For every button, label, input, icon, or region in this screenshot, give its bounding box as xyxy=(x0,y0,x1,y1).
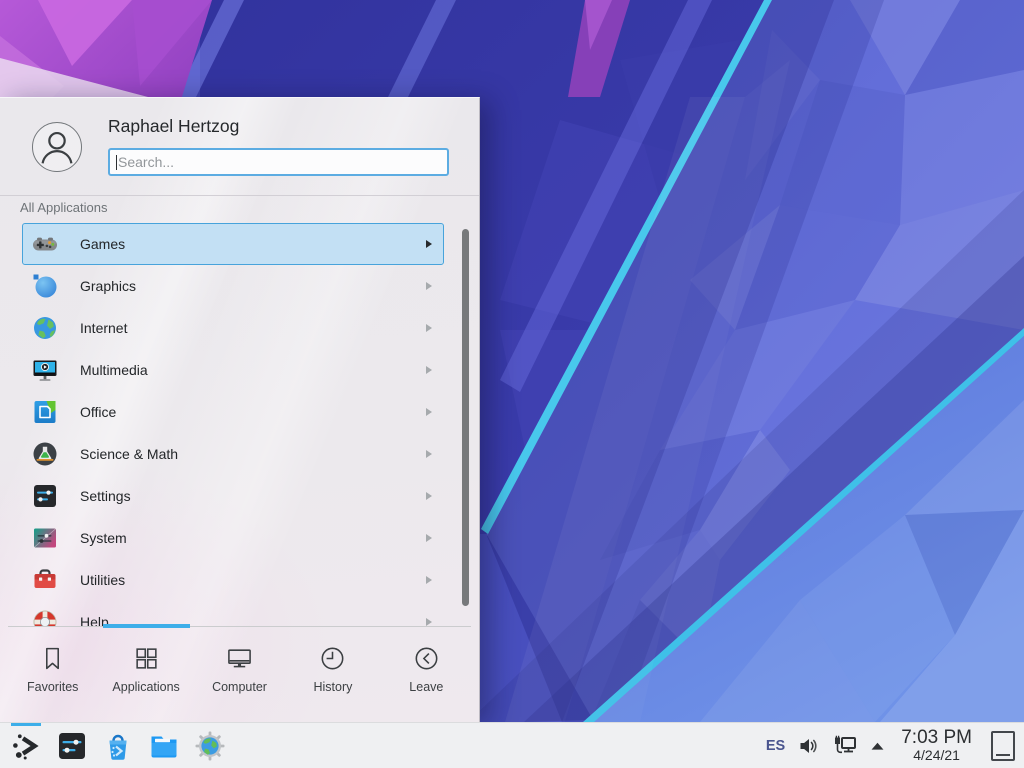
category-item-graphics[interactable]: Graphics xyxy=(22,265,444,307)
kde-launcher-icon xyxy=(10,730,42,762)
category-label: Science & Math xyxy=(80,446,178,462)
science-icon xyxy=(31,440,59,468)
submenu-arrow-icon xyxy=(426,408,432,416)
network-icon[interactable] xyxy=(833,735,857,757)
expand-tray-icon[interactable] xyxy=(870,740,885,751)
taskbar-system-settings-button[interactable] xyxy=(56,730,88,762)
office-icon xyxy=(31,398,59,426)
category-label: Graphics xyxy=(80,278,136,294)
category-label: Internet xyxy=(80,320,127,336)
submenu-arrow-icon xyxy=(426,366,432,374)
section-label: All Applications xyxy=(20,200,107,215)
submenu-arrow-icon xyxy=(426,492,432,500)
utilities-icon xyxy=(31,566,59,594)
search-box[interactable] xyxy=(108,148,449,176)
category-item-system[interactable]: System xyxy=(22,517,444,559)
category-item-science-math[interactable]: Science & Math xyxy=(22,433,444,475)
submenu-arrow-icon xyxy=(426,450,432,458)
tabbar-divider xyxy=(8,626,471,627)
taskbar-launchers xyxy=(0,730,226,762)
category-item-utilities[interactable]: Utilities xyxy=(22,559,444,601)
category-label: Settings xyxy=(80,488,131,504)
tab-label: Leave xyxy=(409,680,443,694)
graphics-icon xyxy=(31,272,59,300)
tab-computer[interactable]: Computer xyxy=(193,632,286,720)
applications-icon xyxy=(133,645,160,672)
taskbar-application-launcher-button[interactable] xyxy=(10,730,42,762)
tab-leave[interactable]: Leave xyxy=(380,632,473,720)
taskbar-discover-button[interactable] xyxy=(102,730,134,762)
category-label: Utilities xyxy=(80,572,125,588)
submenu-arrow-icon xyxy=(426,282,432,290)
category-item-games[interactable]: Games xyxy=(22,223,444,265)
taskbar-web-browser-button[interactable] xyxy=(194,730,226,762)
tab-label: Favorites xyxy=(27,680,78,694)
submenu-arrow-icon xyxy=(426,618,432,626)
submenu-arrow-icon xyxy=(426,240,432,248)
tab-label: Applications xyxy=(112,680,179,694)
submenu-arrow-icon xyxy=(426,324,432,332)
submenu-arrow-icon xyxy=(426,534,432,542)
system-icon xyxy=(31,524,59,552)
internet-icon xyxy=(31,314,59,342)
search-input[interactable] xyxy=(117,154,441,170)
submenu-arrow-icon xyxy=(426,576,432,584)
category-label: Multimedia xyxy=(80,362,148,378)
category-item-internet[interactable]: Internet xyxy=(22,307,444,349)
games-icon xyxy=(31,230,59,258)
tab-label: History xyxy=(313,680,352,694)
leave-icon xyxy=(413,645,440,672)
tab-applications[interactable]: Applications xyxy=(99,632,192,720)
help-icon xyxy=(31,608,59,626)
web-browser-icon xyxy=(194,730,226,762)
history-icon xyxy=(319,645,346,672)
favorites-icon xyxy=(39,645,66,672)
active-tab-indicator xyxy=(103,624,190,628)
launcher-tabbar: Favorites Applications Computer xyxy=(6,632,473,720)
system-tray: ES 7:03 PM 4/24/21 xyxy=(766,728,1024,763)
category-label: System xyxy=(80,530,127,546)
keyboard-layout-indicator[interactable]: ES xyxy=(766,738,785,754)
show-desktop-button[interactable] xyxy=(991,731,1015,761)
category-item-settings[interactable]: Settings xyxy=(22,475,444,517)
taskbar-file-manager-button[interactable] xyxy=(148,730,180,762)
system-settings-icon xyxy=(56,730,88,762)
category-label: Games xyxy=(80,236,125,252)
application-launcher-popup: Raphael Hertzog All Applications xyxy=(0,97,480,722)
user-icon xyxy=(33,123,81,171)
tab-favorites[interactable]: Favorites xyxy=(6,632,99,720)
computer-icon xyxy=(226,645,253,672)
tab-history[interactable]: History xyxy=(286,632,379,720)
taskbar: ES 7:03 PM 4/24/21 xyxy=(0,722,1024,768)
category-list: Games Graphics Internet xyxy=(22,223,444,626)
user-avatar[interactable] xyxy=(32,122,82,172)
settings-icon xyxy=(31,482,59,510)
user-name: Raphael Hertzog xyxy=(108,116,239,137)
category-item-multimedia[interactable]: Multimedia xyxy=(22,349,444,391)
clock[interactable]: 7:03 PM 4/24/21 xyxy=(901,728,972,763)
category-item-help[interactable]: Help xyxy=(22,601,444,626)
active-launcher-indicator xyxy=(11,723,41,726)
discover-icon xyxy=(102,730,134,762)
clock-time: 7:03 PM xyxy=(901,728,972,748)
clock-date: 4/24/21 xyxy=(901,748,972,763)
list-scrollbar[interactable] xyxy=(462,229,469,606)
category-label: Office xyxy=(80,404,116,420)
multimedia-icon xyxy=(31,356,59,384)
volume-icon[interactable] xyxy=(798,735,820,757)
file-manager-icon xyxy=(148,730,180,762)
category-item-office[interactable]: Office xyxy=(22,391,444,433)
tab-label: Computer xyxy=(212,680,267,694)
header-divider xyxy=(0,195,479,196)
